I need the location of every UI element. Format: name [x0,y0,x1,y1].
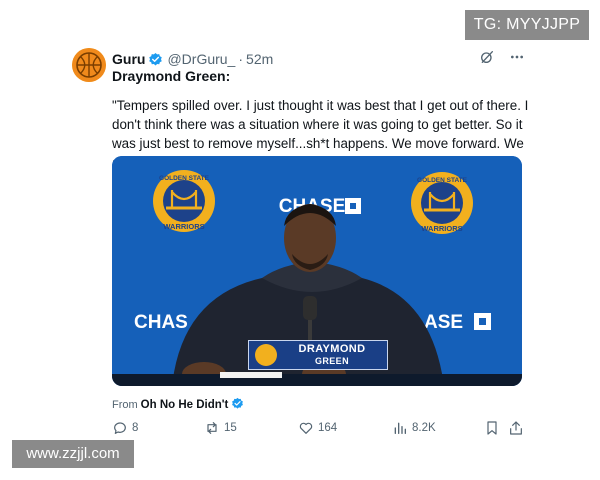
tweet-card[interactable]: Guru @DrGuru_ · 52m Draymond Green: "Tem… [72,44,534,440]
reply-icon [114,422,126,434]
bookmark-button[interactable] [484,420,504,436]
like-button[interactable]: 164 [298,420,337,436]
site-watermark: www.zzjjl.com [12,440,134,468]
tweet-subject: Draymond Green: [112,68,231,84]
nameplate-first-name: DRAYMOND [298,343,366,355]
verified-badge-icon [148,52,163,67]
reply-button[interactable]: 8 [112,420,138,436]
author-name[interactable]: Guru [112,51,145,67]
tweet-top-actions [478,48,526,66]
warriors-logo-right: GOLDEN STATE WARRIORS [411,172,473,234]
name-lower-third: DRAYMOND GREEN [248,340,388,370]
tweet-timestamp[interactable]: 52m [246,51,273,67]
header-separator: · [238,51,244,67]
svg-text:WARRIORS: WARRIORS [421,224,462,233]
chase-logo-left: CHAS [134,312,188,333]
like-icon [299,422,313,434]
repost-button[interactable]: 15 [204,420,237,436]
svg-text:WARRIORS: WARRIORS [163,222,204,231]
chase-logo-right: ASE [424,312,463,333]
repost-icon [207,422,217,434]
svg-text:GOLDEN STATE: GOLDEN STATE [159,175,210,182]
author-avatar[interactable] [72,48,106,82]
tweet-header: Guru @DrGuru_ · 52m [112,49,273,69]
svg-text:GOLDEN STATE: GOLDEN STATE [417,177,468,184]
reply-count: 8 [132,422,139,434]
grok-icon[interactable] [478,48,496,66]
view-count: 8.2K [412,422,436,434]
more-icon[interactable] [508,48,526,66]
author-handle[interactable]: @DrGuru_ [167,51,235,67]
like-count: 164 [318,422,338,434]
share-button[interactable] [508,420,528,436]
warriors-logo-left: GOLDEN STATE WARRIORS [153,170,215,232]
tweet-action-bar: 8 15 164 8.2K [112,420,524,440]
source-prefix: From [112,398,138,411]
bookmark-icon [487,421,497,435]
source-account-link[interactable]: Oh No He Didn't [141,399,229,411]
media-source: From Oh No He Didn't [112,397,246,412]
nameplate-last-name: GREEN [314,356,349,366]
views-icon [394,422,406,434]
tg-watermark-badge: TG: MYYJJPP [465,10,589,40]
share-icon [510,421,522,435]
repost-count: 15 [224,422,237,434]
views-button[interactable]: 8.2K [392,420,436,436]
verified-badge-icon [231,397,246,412]
tweet-media-image[interactable]: GOLDEN STATE WARRIORS GOLDEN STATE WARRI… [112,156,522,386]
nameplate-team-logo [255,344,277,366]
